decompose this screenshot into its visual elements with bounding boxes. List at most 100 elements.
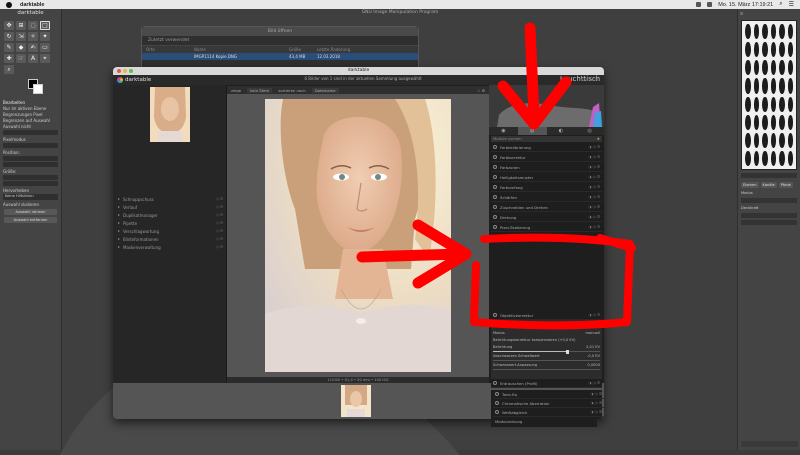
fuzzy-select-icon[interactable]: ✦ xyxy=(40,32,50,41)
mode-dropdown[interactable]: manuell xyxy=(586,331,600,336)
module-icons[interactable]: ◑ ◷ ☰ xyxy=(589,313,602,317)
module-row[interactable]: Helligkeitsmuster ◑ ◷ ☰ xyxy=(491,173,602,182)
col-size[interactable]: Größe xyxy=(289,47,317,52)
module-row[interactable]: Farbkalibrierung ◑ ◷ ☰ xyxy=(491,143,602,152)
power-icon[interactable] xyxy=(493,381,497,385)
recent-label[interactable]: Zuletzt verwendet xyxy=(142,36,418,46)
opacity-field[interactable] xyxy=(741,213,797,218)
module-row[interactable]: Weißabgleich ◑ ◷ ☰ xyxy=(493,408,604,417)
power-icon[interactable] xyxy=(493,185,497,189)
module-icons[interactable]: ◑ ◷ ☰ xyxy=(589,175,602,179)
module-row[interactable]: Farbkorrektur ◑ ◷ ☰ xyxy=(491,153,602,162)
view-more[interactable]: weitere xyxy=(581,77,600,83)
module-row[interactable]: Entrauschen (Profil) ◑ ◷ ☰ xyxy=(491,379,602,388)
module-icons[interactable]: ◑ ◷ ☰ xyxy=(589,322,602,326)
module-icons[interactable]: ◑ ◷ ☰ xyxy=(589,185,602,189)
exposure-mode-row[interactable]: Modus manuell xyxy=(493,331,600,336)
tool-option[interactable]: Auswahl nicht xyxy=(0,123,61,129)
power-icon[interactable] xyxy=(493,165,497,169)
apple-icon[interactable] xyxy=(6,1,12,8)
tab-channels[interactable]: Kanäle xyxy=(760,182,777,188)
guides-dropdown[interactable]: Keine Hilfslinien xyxy=(3,194,58,200)
rating-filter-dropdown[interactable]: kein Stern xyxy=(247,87,273,93)
image-canvas[interactable] xyxy=(227,94,489,377)
remove-selection-button[interactable]: Auswahl entfernen xyxy=(4,217,57,223)
close-button[interactable] xyxy=(117,69,121,73)
black-level-row[interactable]: Abschwarzen Schwellwert -0,0 EV xyxy=(493,354,600,359)
wifi-icon[interactable] xyxy=(696,2,702,7)
module-row[interactable]: Farbumfang ◑ ◷ ☰ xyxy=(491,183,602,192)
power-icon[interactable] xyxy=(495,410,499,414)
power-icon[interactable] xyxy=(493,313,497,317)
power-icon[interactable] xyxy=(493,145,497,149)
tab-tone-modules[interactable]: ◐ xyxy=(547,127,576,135)
power-icon[interactable] xyxy=(493,155,497,159)
module-image-info[interactable]: Bildinformationen ◷ ☰ xyxy=(118,235,223,243)
module-row[interactable]: Pixel-Skalierung ◑ ◷ ☰ xyxy=(491,223,602,232)
reset-icon[interactable]: ◷ ☰ xyxy=(216,205,223,209)
menu-list-icon[interactable]: ☰ xyxy=(789,1,794,8)
reset-icon[interactable]: ◷ ☰ xyxy=(216,229,223,233)
mode-field[interactable] xyxy=(741,198,797,203)
exposure-slider[interactable] xyxy=(493,349,600,354)
zoom-tool-icon[interactable]: ⌕ xyxy=(4,65,14,74)
sort-dropdown[interactable]: Dateiname xyxy=(311,87,339,93)
module-icons[interactable]: ◑ ◷ ☰ xyxy=(591,401,604,405)
clipping-slider[interactable] xyxy=(493,369,600,370)
module-row[interactable]: Schärfen ◑ ◷ ☰ xyxy=(491,193,602,202)
option-field[interactable] xyxy=(3,143,58,148)
brush-field[interactable] xyxy=(741,173,797,178)
move-tool-icon[interactable]: ✥ xyxy=(4,21,14,30)
scale-tool-icon[interactable]: ⇲ xyxy=(16,32,26,41)
module-mask-manager[interactable]: Maskenverwaltung ◷ ☰ xyxy=(118,243,223,251)
warp-tool-icon[interactable]: ✧ xyxy=(28,32,38,41)
module-exposure-header[interactable]: Belichtung ◑ ◷ ☰ xyxy=(491,320,602,329)
paint-tool-icon[interactable]: ✎ xyxy=(4,43,14,52)
power-icon[interactable] xyxy=(493,322,497,326)
navigation-thumbnail[interactable] xyxy=(150,87,190,142)
menubar-app-name[interactable]: darktable xyxy=(20,2,44,8)
tool-option[interactable]: Pixelmodus xyxy=(0,136,61,142)
brush-tool-icon[interactable]: ✍ xyxy=(28,43,38,52)
module-icons[interactable]: ◑ ◷ ☰ xyxy=(591,410,604,414)
module-icons[interactable]: ◑ ◷ ☰ xyxy=(589,225,602,229)
menubar-clock[interactable]: Mo. 15. März 17:19:21 xyxy=(718,2,773,8)
module-row[interactable]: Farbzonen ◑ ◷ ☰ xyxy=(491,163,602,172)
size-field[interactable] xyxy=(3,181,58,186)
reset-icon[interactable]: ◷ ☰ xyxy=(216,237,223,241)
battery-icon[interactable] xyxy=(707,2,713,7)
power-icon[interactable] xyxy=(493,215,497,219)
tab-base-modules[interactable]: ◍ xyxy=(517,127,547,135)
histogram[interactable] xyxy=(489,85,604,127)
rotate-tool-icon[interactable]: ↻ xyxy=(4,32,14,41)
module-row[interactable]: Objektivkorrektur ◑ ◷ ☰ xyxy=(491,311,602,320)
presets-star-icon[interactable]: ★ xyxy=(597,136,600,142)
power-icon[interactable] xyxy=(495,392,499,396)
module-snapshots[interactable]: Schnappschuss ◷ ☰ xyxy=(118,195,223,203)
module-icons[interactable]: ◑ ◷ ☰ xyxy=(591,392,604,396)
tool-option[interactable]: Auswahl skalieren xyxy=(0,201,61,207)
module-icons[interactable]: ◑ ◷ ☰ xyxy=(589,195,602,199)
module-color-picker[interactable]: Pipette ◷ ☰ xyxy=(118,219,223,227)
reset-icon[interactable]: ◷ ☰ xyxy=(216,197,223,201)
power-icon[interactable] xyxy=(493,195,497,199)
tab-active-modules[interactable]: ◉ xyxy=(489,127,518,135)
text-tool-icon[interactable]: A xyxy=(28,54,38,63)
zoom-button[interactable] xyxy=(129,69,133,73)
col-places[interactable]: Orte xyxy=(146,47,194,52)
tab-paths[interactable]: Pfade xyxy=(778,182,793,188)
rounded-selection-button[interactable]: Auswahl rahmen xyxy=(4,209,57,215)
option-field[interactable] xyxy=(3,130,58,135)
brush-grid[interactable] xyxy=(741,20,797,170)
compensate-row[interactable]: Belichtungskorrektur kompensieren (+0,0 … xyxy=(493,338,600,343)
crop-tool-icon[interactable]: □ xyxy=(40,21,50,30)
module-icons[interactable]: ◑ ◷ ☰ xyxy=(589,215,602,219)
exposure-slider-knob[interactable] xyxy=(566,349,570,354)
col-name[interactable]: Name xyxy=(194,47,289,52)
star-icon[interactable]: ☆ ⚙ xyxy=(477,88,485,93)
lock-field[interactable] xyxy=(741,220,797,225)
color-picker-icon[interactable]: ⌖ xyxy=(40,54,50,63)
module-duplicate-manager[interactable]: Duplikatmanager ◷ ☰ xyxy=(118,211,223,219)
heal-tool-icon[interactable]: ✚ xyxy=(4,54,14,63)
tab-layers[interactable]: Ebenen xyxy=(741,182,759,188)
